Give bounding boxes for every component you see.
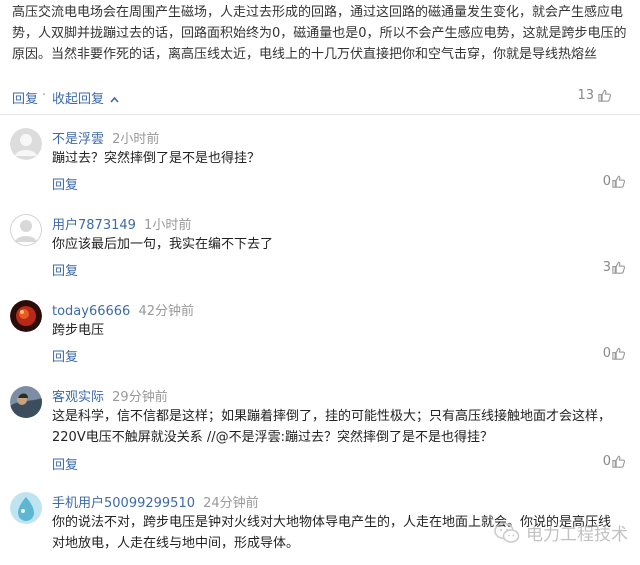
comment-meta: 手机用户50099299510 24分钟前 xyxy=(52,492,259,511)
username-link[interactable]: 手机用户50099299510 xyxy=(52,496,195,511)
comment-time: 24分钟前 xyxy=(203,496,259,511)
comment-text: 这是科学，信不信都是这样；如果蹦着摔倒了，挂的可能性极大；只有高压线接触地面才会… xyxy=(52,409,612,445)
watermark-text: 电力工程技术 xyxy=(526,525,628,545)
reply-button[interactable]: 回复 xyxy=(52,454,78,473)
thumbs-up-icon xyxy=(612,175,626,188)
like-button[interactable]: 0 xyxy=(603,174,626,189)
reply-button[interactable]: 回复 xyxy=(52,174,78,193)
collapse-replies-label: 收起回复 xyxy=(52,92,105,107)
comment-text: 跨步电压 xyxy=(52,323,105,338)
like-button[interactable]: 0 xyxy=(603,346,626,361)
like-button[interactable]: 13 xyxy=(577,88,612,103)
reply-button[interactable]: 回复 xyxy=(52,346,78,365)
divider xyxy=(0,114,640,115)
comment-time: 29分钟前 xyxy=(112,390,168,405)
default-avatar-icon xyxy=(10,128,42,160)
like-count: 13 xyxy=(577,88,594,103)
user-avatar-icon xyxy=(10,300,42,332)
comment-time: 42分钟前 xyxy=(138,304,195,319)
avatar[interactable] xyxy=(10,214,42,246)
avatar[interactable] xyxy=(10,128,42,160)
comment-meta: 不是浮雲 2小时前 xyxy=(52,128,159,147)
like-count: 0 xyxy=(602,454,611,469)
like-count: 3 xyxy=(602,260,611,275)
avatar[interactable] xyxy=(10,300,42,332)
avatar[interactable] xyxy=(10,386,42,418)
like-button[interactable]: 3 xyxy=(603,260,626,275)
username-link[interactable]: 不是浮雲 xyxy=(52,132,104,147)
like-button[interactable]: 0 xyxy=(603,454,626,469)
like-count: 0 xyxy=(602,346,611,361)
thumbs-up-icon xyxy=(598,89,612,102)
comment-text: 蹦过去？突然摔倒了是不是也得挂？ xyxy=(52,151,261,166)
avatar[interactable] xyxy=(10,492,42,524)
reply-button[interactable]: 回复 xyxy=(52,260,78,279)
username-link[interactable]: today66666 xyxy=(52,304,130,319)
user-avatar-icon xyxy=(10,386,42,418)
comment-meta: today66666 42分钟前 xyxy=(52,300,194,319)
username-link[interactable]: 客观实际 xyxy=(52,390,104,405)
thumbs-up-icon xyxy=(612,347,626,360)
watermark: 电力工程技术 xyxy=(494,520,628,545)
wechat-icon xyxy=(494,522,520,543)
comment-time: 2小时前 xyxy=(112,132,160,147)
comment-meta: 客观实际 29分钟前 xyxy=(52,386,168,405)
top-comment-actions: 回复 · 收起回复 13 xyxy=(12,88,626,108)
chevron-up-icon xyxy=(110,96,119,103)
comment-text: 你应该最后加一句，我实在编不下去了 xyxy=(52,237,274,252)
separator: · xyxy=(42,88,47,103)
top-comment-text: 高压交流电电场会在周围产生磁场，人走过去形成的回路，通过这回路的磁通量发生变化，… xyxy=(12,5,627,62)
thumbs-up-icon xyxy=(612,261,626,274)
collapse-replies-button[interactable]: 收起回复 xyxy=(52,88,119,107)
comment-meta: 用户7873149 1小时前 xyxy=(52,214,191,233)
reply-button[interactable]: 回复 xyxy=(12,88,38,107)
default-avatar-icon xyxy=(10,214,42,246)
comment-time: 1小时前 xyxy=(144,218,192,233)
username-link[interactable]: 用户7873149 xyxy=(52,218,136,233)
thumbs-up-icon xyxy=(612,455,626,468)
like-count: 0 xyxy=(602,174,611,189)
user-avatar-icon xyxy=(10,492,42,524)
